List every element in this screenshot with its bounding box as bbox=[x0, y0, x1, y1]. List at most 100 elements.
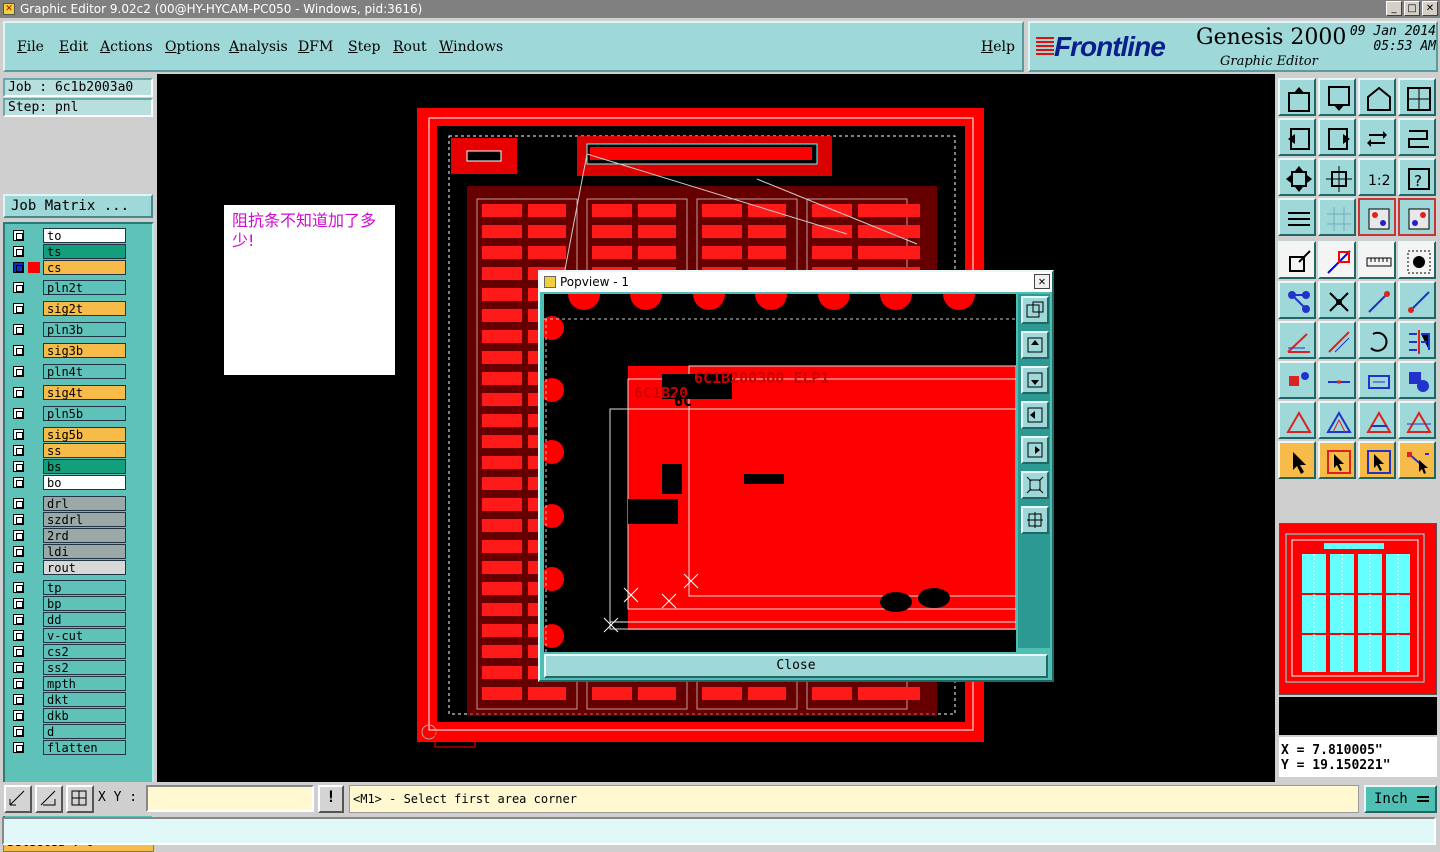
layer-name[interactable]: dd bbox=[43, 612, 126, 627]
zoom-ratio-icon[interactable]: 1:2 bbox=[1358, 158, 1396, 196]
layer-name[interactable]: pln3b bbox=[43, 322, 126, 337]
layer-name[interactable]: dkt bbox=[43, 692, 126, 707]
layer-row-ts[interactable]: ts bbox=[8, 244, 128, 259]
layer-row-pln3b[interactable]: pln3b bbox=[8, 322, 128, 337]
layer-row-dd[interactable]: dd bbox=[8, 612, 128, 627]
pointer-icon[interactable] bbox=[1278, 441, 1316, 479]
settings-icon[interactable] bbox=[1278, 198, 1316, 236]
layer-name[interactable]: 2rd bbox=[43, 528, 126, 543]
menu-file[interactable]: File bbox=[17, 39, 44, 55]
layer-checkbox[interactable] bbox=[13, 742, 24, 753]
layer-row-sig5b[interactable]: sig5b bbox=[8, 427, 128, 442]
layer-row-v-cut[interactable]: v-cut bbox=[8, 628, 128, 643]
layer-row-ss2[interactable]: ss2 bbox=[8, 660, 128, 675]
xy-input[interactable] bbox=[146, 785, 314, 812]
split-view-icon[interactable] bbox=[1398, 78, 1436, 116]
menu-windows[interactable]: Windows bbox=[439, 39, 503, 55]
menu-dfm[interactable]: DFM bbox=[298, 39, 333, 55]
popview-close-button[interactable]: Close bbox=[544, 654, 1048, 678]
pointer-node-icon[interactable] bbox=[1398, 441, 1436, 479]
pointer-snap-icon[interactable] bbox=[1358, 441, 1396, 479]
layer-name[interactable]: d bbox=[43, 724, 126, 739]
layer-row-sig2t[interactable]: sig2t bbox=[8, 301, 128, 316]
pan-left-icon[interactable] bbox=[1278, 118, 1316, 156]
layer-checkbox[interactable] bbox=[13, 461, 24, 472]
layer-checkbox[interactable] bbox=[13, 614, 24, 625]
break-icon[interactable] bbox=[1318, 361, 1356, 399]
close-window-button[interactable]: ✕ bbox=[1422, 1, 1438, 16]
snap-icon[interactable] bbox=[4, 785, 32, 813]
help-query-icon[interactable]: ? bbox=[1398, 158, 1436, 196]
layer-checkbox[interactable] bbox=[13, 303, 24, 314]
triangle-b-icon[interactable] bbox=[1318, 401, 1356, 439]
layer-row-pln5b[interactable]: pln5b bbox=[8, 406, 128, 421]
triangle-d-icon[interactable] bbox=[1398, 401, 1436, 439]
swap-icon[interactable] bbox=[1358, 118, 1396, 156]
menu-step[interactable]: Step bbox=[348, 39, 380, 55]
layer-checkbox[interactable] bbox=[13, 710, 24, 721]
layer-down-icon[interactable] bbox=[1318, 78, 1356, 116]
board-minimap[interactable] bbox=[1279, 523, 1437, 695]
popview-pan-up-icon[interactable] bbox=[1021, 331, 1049, 359]
layer-checkbox[interactable] bbox=[13, 408, 24, 419]
layer-name[interactable]: bp bbox=[43, 596, 126, 611]
layer-checkbox[interactable] bbox=[13, 678, 24, 689]
layer-row-sig3b[interactable]: sig3b bbox=[8, 343, 128, 358]
connect-icon[interactable] bbox=[1278, 281, 1316, 319]
flip-icon[interactable] bbox=[1398, 321, 1436, 359]
layer-name[interactable]: mpth bbox=[43, 676, 126, 691]
command-line[interactable] bbox=[2, 817, 1436, 845]
line-icon[interactable] bbox=[1358, 281, 1396, 319]
layer-row-2rd[interactable]: 2rd bbox=[8, 528, 128, 543]
layer-checkbox[interactable] bbox=[13, 262, 24, 273]
layer-checkbox[interactable] bbox=[13, 514, 24, 525]
layer-row-dkt[interactable]: dkt bbox=[8, 692, 128, 707]
layer-row-rout[interactable]: rout bbox=[8, 560, 128, 575]
menu-help[interactable]: Help bbox=[981, 39, 1015, 55]
layer-name[interactable]: sig3b bbox=[43, 343, 126, 358]
fit-all-icon[interactable] bbox=[1278, 158, 1316, 196]
layer-checkbox[interactable] bbox=[13, 324, 24, 335]
popview-view[interactable]: 6C1B2003O0 ELP1 6C1B20 6C 6 bbox=[544, 294, 1016, 652]
layer-checkbox[interactable] bbox=[13, 366, 24, 377]
center-icon[interactable] bbox=[1318, 158, 1356, 196]
menu-analysis[interactable]: Analysis bbox=[229, 39, 288, 55]
arc-add-icon[interactable] bbox=[1398, 281, 1436, 319]
slash-icon[interactable] bbox=[1318, 321, 1356, 359]
exclaim-button[interactable]: ! bbox=[318, 785, 344, 813]
layer-name[interactable]: bo bbox=[43, 475, 126, 490]
layer-row-bp[interactable]: bp bbox=[8, 596, 128, 611]
popview-pan-down-icon[interactable] bbox=[1021, 366, 1049, 394]
measure-icon[interactable] bbox=[35, 785, 63, 813]
layer-name[interactable]: rout bbox=[43, 560, 126, 575]
layer-checkbox[interactable] bbox=[13, 445, 24, 456]
layer-name[interactable]: bs bbox=[43, 459, 126, 474]
unit-selector[interactable]: Inch bbox=[1364, 785, 1437, 813]
layer-name[interactable]: szdrl bbox=[43, 512, 126, 527]
layer-checkbox[interactable] bbox=[13, 694, 24, 705]
shape-icon[interactable] bbox=[1398, 361, 1436, 399]
layer-row-szdrl[interactable]: szdrl bbox=[8, 512, 128, 527]
layer-checkbox[interactable] bbox=[13, 230, 24, 241]
layer-name[interactable]: dkb bbox=[43, 708, 126, 723]
popview-pan-left-icon[interactable] bbox=[1021, 401, 1049, 429]
popview-close-icon[interactable]: ✕ bbox=[1034, 274, 1050, 289]
triangle-a-icon[interactable] bbox=[1278, 401, 1316, 439]
cross-icon[interactable] bbox=[1318, 281, 1356, 319]
ruler-icon[interactable] bbox=[1358, 241, 1396, 279]
layer-row-tp[interactable]: tp bbox=[8, 580, 128, 595]
layer-checkbox[interactable] bbox=[13, 662, 24, 673]
layer-name[interactable]: tp bbox=[43, 580, 126, 595]
layer-stack-icon[interactable] bbox=[1358, 198, 1396, 236]
step-icon[interactable] bbox=[1398, 118, 1436, 156]
layer-checkbox[interactable] bbox=[13, 726, 24, 737]
maximize-button[interactable]: □ bbox=[1404, 1, 1420, 16]
select-feature-icon[interactable] bbox=[1278, 241, 1316, 279]
layer-name[interactable]: ss bbox=[43, 443, 126, 458]
layer-name[interactable]: cs bbox=[43, 260, 126, 275]
grid-icon[interactable] bbox=[1318, 198, 1356, 236]
pan-right-icon[interactable] bbox=[1318, 118, 1356, 156]
job-matrix-button[interactable]: Job Matrix ... bbox=[3, 194, 153, 218]
home-view-icon[interactable] bbox=[1358, 78, 1396, 116]
move-icon[interactable] bbox=[1318, 241, 1356, 279]
